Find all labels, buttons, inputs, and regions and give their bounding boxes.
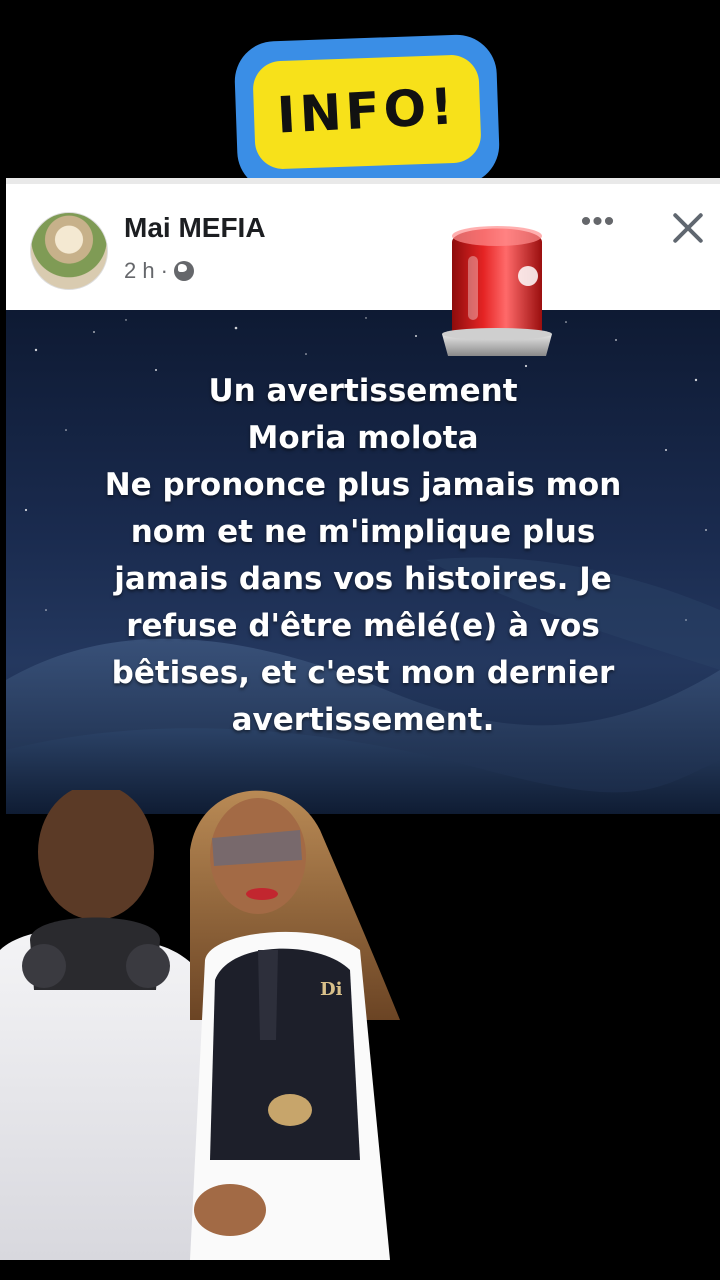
close-icon[interactable] <box>666 206 710 250</box>
dior-badge: Di <box>320 979 343 1000</box>
post-line: bêtises, et c'est mon dernier <box>111 655 615 691</box>
post-line: nom et ne m'implique plus <box>130 514 596 550</box>
post-time[interactable]: 2 h <box>124 258 155 284</box>
couple-photo: Di <box>0 790 400 1260</box>
globe-icon <box>173 261 194 281</box>
post-line: refuse d'être mêlé(e) à vos <box>126 608 600 644</box>
author-name[interactable]: Mai MEFIA <box>124 212 266 244</box>
post-line: jamais dans vos histoires. Je <box>114 561 612 597</box>
post-header: Mai MEFIA 2 h · ••• <box>6 184 720 310</box>
more-options-button[interactable]: ••• <box>576 207 620 242</box>
post-line: Ne prononce plus jamais mon <box>104 467 622 503</box>
post-line: avertissement. <box>231 702 495 738</box>
more-icon: ••• <box>580 205 616 238</box>
post-line: Moria molota <box>247 420 479 456</box>
facebook-post-card: Mai MEFIA 2 h · ••• Un avertissement Mor… <box>6 178 720 814</box>
author-avatar[interactable] <box>30 212 108 290</box>
post-message: Un avertissement Moria molota Ne prononc… <box>46 368 680 744</box>
info-sticker: INFO! <box>233 33 501 193</box>
post-line: Un avertissement <box>208 373 518 409</box>
post-text-background: Un avertissement Moria molota Ne prononc… <box>6 310 720 814</box>
screen: INFO! Mai MEFIA 2 h · ••• Un avertisseme… <box>0 0 720 1280</box>
post-meta: 2 h · <box>124 258 194 284</box>
police-siren-icon <box>442 226 552 356</box>
meta-separator: · <box>160 258 168 283</box>
